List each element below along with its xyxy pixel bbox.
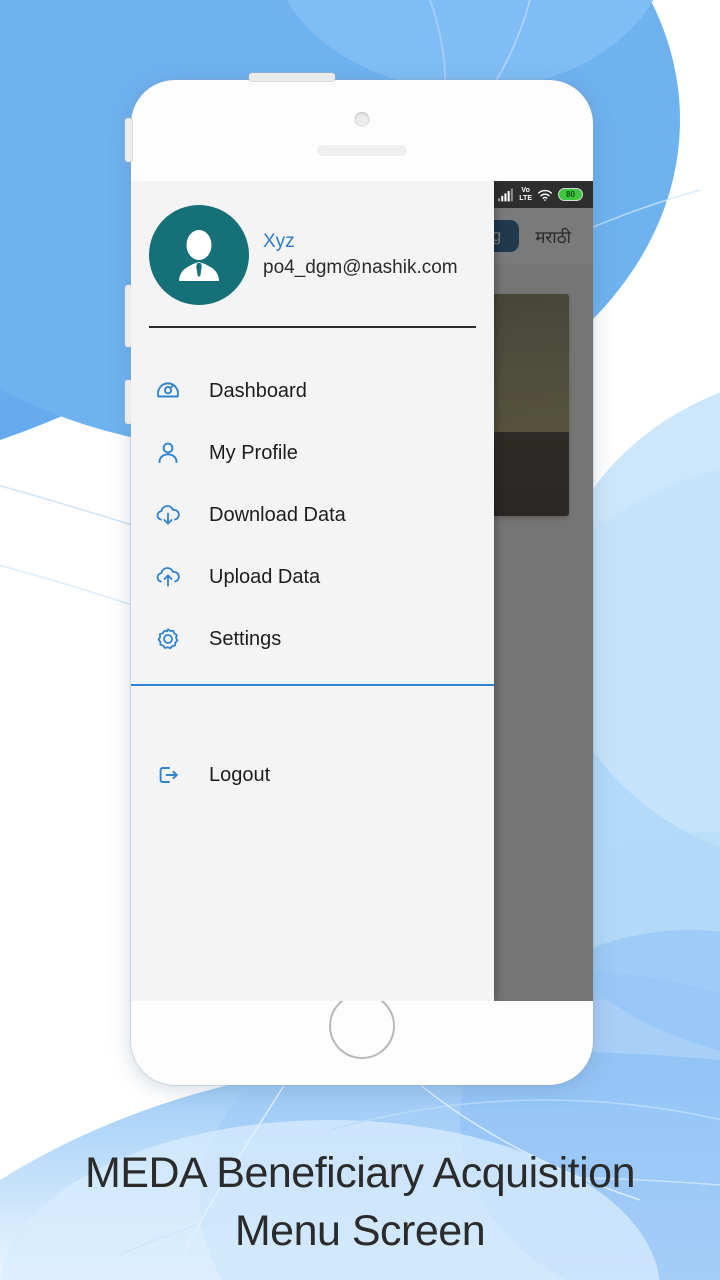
drawer-menu-list: Dashboard My Profile Download Data Uploa… [131, 360, 494, 806]
poster-caption: MEDA Beneficiary Acquisition Menu Screen [0, 1144, 720, 1260]
profile-user-name: Xyz [263, 231, 295, 252]
drawer-profile-header[interactable]: Xyz po4_dgm@nashik.com [131, 181, 494, 305]
phone-mockup: 6:18 PM ...2.9KB/s [125, 73, 593, 1085]
profile-text-block: Xyz po4_dgm@nashik.com [263, 229, 458, 281]
drawer-section-divider [131, 684, 494, 686]
battery-level-label: 80 [566, 190, 575, 199]
caption-line-1: MEDA Beneficiary Acquisition [84, 1149, 636, 1197]
signal-bars-icon [498, 188, 514, 202]
earpiece-speaker [317, 145, 407, 156]
user-avatar-icon [149, 205, 249, 305]
phone-screen: 6:18 PM ...2.9KB/s [131, 181, 593, 1001]
front-camera-icon [354, 112, 370, 127]
speedometer-icon [153, 376, 183, 406]
menu-item-label: Download Data [209, 503, 346, 526]
menu-item-logout[interactable]: Logout [131, 744, 494, 806]
battery-icon: 80 [558, 188, 583, 201]
power-button[interactable] [249, 73, 335, 81]
menu-item-upload-data[interactable]: Upload Data [131, 546, 494, 608]
gear-icon [153, 624, 183, 654]
menu-item-label: My Profile [209, 441, 298, 464]
menu-item-my-profile[interactable]: My Profile [131, 422, 494, 484]
volume-up-button[interactable] [125, 118, 132, 162]
profile-user-email: po4_dgm@nashik.com [263, 257, 458, 278]
menu-item-dashboard[interactable]: Dashboard [131, 360, 494, 422]
volte-top-label: Vo [521, 187, 530, 194]
menu-item-label: Dashboard [209, 379, 307, 402]
volte-bottom-label: LTE [519, 194, 532, 202]
menu-item-label: Settings [209, 627, 282, 650]
cloud-upload-icon [153, 562, 183, 592]
cloud-download-icon [153, 500, 183, 530]
menu-item-label: Logout [209, 763, 271, 786]
profile-divider [149, 326, 476, 328]
volte-icon: Vo LTE [519, 187, 532, 202]
menu-item-label: Upload Data [209, 565, 321, 588]
caption-line-2: Menu Screen [234, 1207, 486, 1255]
person-icon [153, 438, 183, 468]
navigation-drawer: Xyz po4_dgm@nashik.com Dashboard My Prof… [131, 181, 494, 1001]
menu-item-settings[interactable]: Settings [131, 608, 494, 670]
logout-section: Logout [131, 744, 494, 806]
menu-item-download-data[interactable]: Download Data [131, 484, 494, 546]
home-button[interactable] [329, 993, 395, 1059]
logout-icon [153, 760, 183, 790]
wifi-icon [537, 188, 553, 202]
